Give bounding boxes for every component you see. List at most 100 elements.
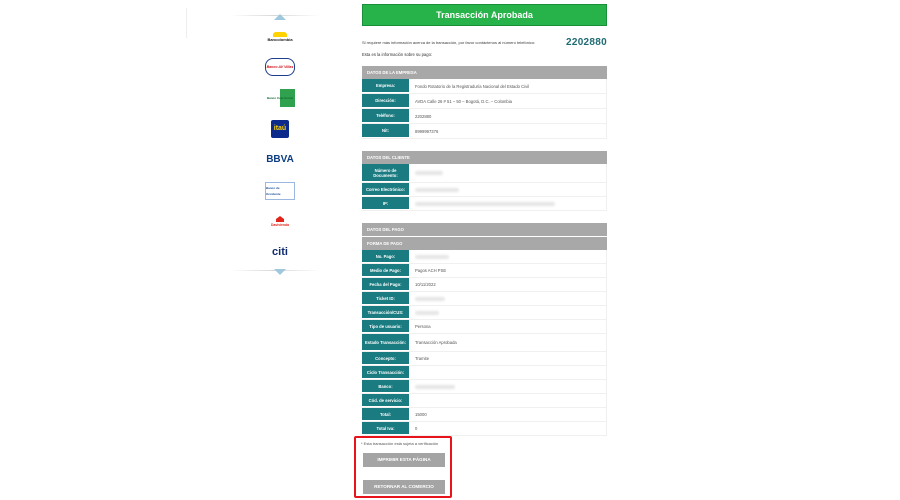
row-value: AVDA Calle 26 # 51 – 50 – Bogotá, D.C. –…	[409, 94, 607, 108]
redacted-value	[415, 171, 443, 175]
row-label: Total Iva:	[362, 422, 409, 435]
table-row: Nit: 8999997376	[362, 124, 607, 139]
table-row: Banco:	[362, 380, 607, 394]
row-label: Total:	[362, 408, 409, 421]
row-label: Cód. de servicio:	[362, 394, 409, 407]
row-value	[409, 164, 607, 182]
contact-info: Si requiere más información acerca de la…	[362, 35, 607, 49]
table-row: Fecha del Pago: 10/11/2022	[362, 278, 607, 292]
row-value	[409, 394, 607, 407]
row-label: Medio de Pago:	[362, 264, 409, 277]
company-section: DATOS DE LA EMPRESA Empresa: Fondo Rotat…	[362, 66, 607, 139]
verification-note: * Esta transacción está sujeta a verific…	[361, 441, 439, 446]
bank-logo-label: BBVA	[266, 154, 294, 165]
return-to-merchant-button[interactable]: RETORNAR AL COMERCIO	[363, 480, 445, 494]
company-section-heading: DATOS DE LA EMPRESA	[362, 66, 607, 79]
row-label: Fecha del Pago:	[362, 278, 409, 291]
table-row: No. Pago:	[362, 250, 607, 264]
carousel-up-arrow-icon[interactable]	[274, 14, 286, 20]
payment-info-subtitle: Esta es la información sobre su pago:	[362, 52, 433, 57]
row-label: Número de Documento:	[362, 164, 409, 182]
row-label: Empresa:	[362, 79, 409, 93]
bank-logo-label: Davivienda	[271, 223, 289, 227]
row-value: Fondo Rotatorio de la Registraduría Naci…	[409, 79, 607, 93]
row-value: 10/11/2022	[409, 278, 607, 291]
table-row: Total: 15000	[362, 408, 607, 422]
bank-logo-occidente[interactable]: Banco de Occidente	[265, 182, 295, 200]
payment-section-heading: DATOS DEL PAGO	[362, 223, 607, 236]
redacted-value	[415, 296, 445, 301]
bank-logo-bancolombia[interactable]: Bancolombia	[265, 28, 295, 46]
row-label: Correo Electrónico:	[362, 183, 409, 196]
row-value	[409, 380, 607, 393]
client-section-heading: DATOS DEL CLIENTE	[362, 151, 607, 164]
row-value: Pagos ACH PSE	[409, 264, 607, 277]
row-value	[409, 366, 607, 379]
table-row: Correo Electrónico:	[362, 183, 607, 197]
bank-logo-davivienda[interactable]: Davivienda	[265, 213, 295, 231]
redacted-value	[415, 384, 455, 389]
row-label: Tipo de usuario:	[362, 320, 409, 333]
table-row: Transacción/CUS:	[362, 306, 607, 320]
redacted-value	[415, 254, 449, 259]
row-value	[409, 292, 607, 305]
divider	[186, 8, 187, 38]
redacted-value	[415, 187, 459, 192]
row-label: Ciclo Transacción:	[362, 366, 409, 379]
payment-section: DATOS DEL PAGO FORMA DE PAGO No. Pago: M…	[362, 223, 607, 436]
table-row: Teléfono: 2202880	[362, 109, 607, 124]
row-label: Banco:	[362, 380, 409, 393]
table-row: Cód. de servicio:	[362, 394, 607, 408]
row-label: No. Pago:	[362, 250, 409, 263]
table-row: Número de Documento:	[362, 164, 607, 183]
bank-logo-av-villas[interactable]: Banco AV Villas	[265, 58, 295, 76]
row-label: Teléfono:	[362, 109, 409, 123]
redacted-value	[415, 201, 555, 206]
contact-phone: 2202880	[565, 36, 607, 48]
row-value	[409, 183, 607, 196]
table-row: Ciclo Transacción:	[362, 366, 607, 380]
payment-method-heading: FORMA DE PAGO	[362, 237, 607, 250]
row-label: Dirección:	[362, 94, 409, 108]
table-row: Estado Transacción: Transacción Aprobada	[362, 334, 607, 352]
row-label: Nit:	[362, 124, 409, 138]
carousel-down-arrow-icon[interactable]	[274, 269, 286, 275]
table-row: Tipo de usuario: Persona	[362, 320, 607, 334]
bank-logo-label: Banco Caja Social	[266, 96, 293, 100]
bank-logo-label: Banco de Occidente	[266, 186, 281, 196]
row-label: Transacción/CUS:	[362, 306, 409, 319]
bank-logo-bbva[interactable]: BBVA	[265, 151, 295, 169]
bank-logo-citi[interactable]: citi	[265, 243, 295, 261]
row-label: Estado Transacción:	[362, 334, 409, 351]
row-label: IP:	[362, 197, 409, 210]
print-page-button[interactable]: IMPRIMIR ESTA PÁGINA	[363, 453, 445, 467]
table-row: Ticket ID:	[362, 292, 607, 306]
row-value: 0	[409, 422, 607, 435]
bank-logo-label: citi	[272, 246, 288, 258]
row-value: 2202880	[409, 109, 607, 123]
redacted-value	[415, 310, 439, 315]
bank-logo-itau[interactable]: itaú	[265, 120, 295, 138]
row-value: 8999997376	[409, 124, 607, 138]
table-row: Total Iva: 0	[362, 422, 607, 436]
table-row: Dirección: AVDA Calle 26 # 51 – 50 – Bog…	[362, 94, 607, 109]
client-section: DATOS DEL CLIENTE Número de Documento: C…	[362, 151, 607, 211]
bank-logo-label: itaú	[273, 125, 287, 132]
row-value: 15000	[409, 408, 607, 421]
row-value: Persona	[409, 320, 607, 333]
actions-highlight-box: * Esta transacción está sujeta a verific…	[354, 436, 452, 498]
row-label: Ticket ID:	[362, 292, 409, 305]
row-label: Concepto:	[362, 352, 409, 365]
row-value	[409, 306, 607, 319]
row-value: Tramite	[409, 352, 607, 365]
table-row: IP:	[362, 197, 607, 211]
table-row: Medio de Pago: Pagos ACH PSE	[362, 264, 607, 278]
row-value: Transacción Aprobada	[409, 334, 607, 351]
payment-summary: Transacción Aprobada Si requiere más inf…	[362, 4, 607, 436]
bank-carousel[interactable]: Bancolombia Banco AV Villas Banco Caja S…	[255, 12, 305, 275]
bank-logo-label: Bancolombia	[267, 36, 293, 42]
row-value	[409, 250, 607, 263]
bank-logo-caja-social[interactable]: Banco Caja Social	[265, 89, 295, 107]
bank-logo-label: Banco AV Villas	[266, 65, 294, 69]
table-row: Empresa: Fondo Rotatorio de la Registrad…	[362, 79, 607, 94]
